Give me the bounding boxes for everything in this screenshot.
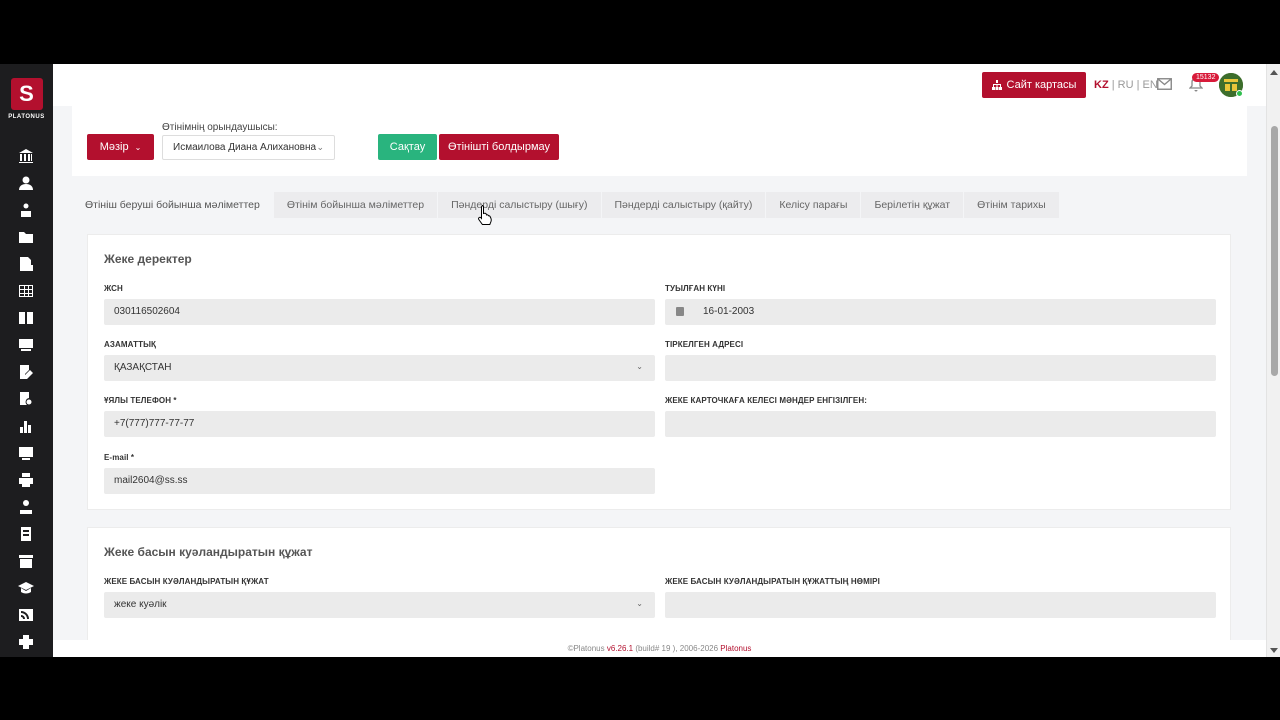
birth-date-label: Туылған күні: [665, 284, 726, 293]
lang-separator: |: [1136, 79, 1140, 91]
presentation-icon[interactable]: [17, 336, 35, 354]
tab-subjects-return[interactable]: Пәндерді салыстыру (қайту): [601, 192, 767, 218]
id-doc-number-label: Жеке басын куәландыратын құжаттың нөмірі: [665, 577, 880, 586]
email-field[interactable]: mail2604@ss.ss: [104, 468, 655, 494]
iin-field[interactable]: 030116502604: [104, 299, 655, 325]
email-label: E-mail *: [104, 453, 135, 462]
cancel-application-button[interactable]: Өтінішті болдырмау: [439, 134, 559, 160]
archive-icon[interactable]: [17, 552, 35, 570]
section-title: Жеке деректер: [104, 252, 192, 266]
iin-label: ЖСН: [104, 284, 123, 293]
tab-subjects-out[interactable]: Пәндерді салыстыру (шығу): [438, 192, 602, 218]
address-field[interactable]: [665, 355, 1216, 381]
lang-separator: |: [1111, 79, 1115, 91]
rss-icon[interactable]: [17, 606, 35, 624]
iin-value: 030116502604: [114, 306, 180, 317]
phone-label: Ұялы телефон *: [104, 396, 177, 405]
online-status-dot: [1236, 90, 1243, 97]
citizenship-select[interactable]: ҚАЗАҚСТАН ⌄: [104, 355, 655, 381]
executor-select[interactable]: Исмаилова Диана Алихановна ⌄: [162, 135, 335, 160]
tabs: Өтініш беруші бойынша мәліметтер Өтінім …: [72, 192, 1060, 218]
print-icon[interactable]: [17, 471, 35, 489]
chevron-down-icon: ⌄: [316, 142, 324, 152]
language-switcher: KZ | RU | EN: [1094, 79, 1158, 91]
chevron-down-icon: ⌄: [134, 142, 142, 152]
citizenship-label: Азаматтық: [104, 340, 156, 349]
tab-applicant-info[interactable]: Өтініш беруші бойынша мәліметтер: [72, 192, 274, 218]
logo-mark: S: [10, 78, 43, 110]
scroll-up-arrow-icon[interactable]: [1270, 70, 1278, 75]
logo-text: PLATONUS: [8, 114, 45, 120]
tab-application-info[interactable]: Өтінім бойынша мәліметтер: [273, 192, 439, 218]
id-doc-type-value: жеке куәлік: [114, 599, 167, 610]
application-header: Мәзір ⌄ Өтінімнің орындаушысы: Исмаилова…: [72, 106, 1247, 176]
edit-icon[interactable]: [17, 363, 35, 381]
executor-value: Исмаилова Диана Алихановна: [173, 142, 317, 153]
email-value: mail2604@ss.ss: [114, 475, 188, 486]
report-icon[interactable]: [17, 525, 35, 543]
chevron-down-icon: ⌄: [636, 362, 643, 371]
scroll-down-arrow-icon[interactable]: [1270, 648, 1278, 653]
tab-approval-sheet[interactable]: Келісу парағы: [766, 192, 862, 218]
status-menu-label: Мәзір: [99, 141, 129, 153]
users-icon[interactable]: [17, 201, 35, 219]
birth-date-value: 16-01-2003: [703, 306, 755, 317]
footer-build: (build# 19 ), 2006-2026: [635, 644, 719, 653]
footer-version: v6.26.1: [606, 644, 634, 653]
graduation-icon[interactable]: [17, 579, 35, 597]
personal-card-field[interactable]: [665, 411, 1216, 437]
phone-value: +7(777)777-77-77: [114, 418, 195, 429]
id-doc-type-select[interactable]: жеке куәлік ⌄: [104, 592, 655, 618]
citizenship-value: ҚАЗАҚСТАН: [114, 362, 172, 373]
sitemap-button[interactable]: Сайт картасы: [982, 72, 1086, 98]
id-doc-type-label: Жеке басын куәландыратын құжат: [104, 577, 269, 586]
hand-cursor-icon: [478, 205, 492, 225]
notification-badge: 15132: [1192, 73, 1220, 82]
lang-kz[interactable]: KZ: [1094, 79, 1109, 91]
settings-icon[interactable]: [17, 633, 35, 651]
birth-date-field[interactable]: 16-01-2003: [665, 299, 1216, 325]
executor-label: Өтінімнің орындаушысы:: [162, 122, 278, 133]
section-title: Жеке басын куәландыратын құжат: [104, 545, 313, 559]
save-button[interactable]: Сақтау: [378, 134, 437, 160]
document-user-icon[interactable]: [17, 255, 35, 273]
lang-ru[interactable]: RU: [1118, 79, 1134, 91]
table-icon[interactable]: [17, 282, 35, 300]
footer-copyright: ©Platonus: [567, 644, 605, 653]
personal-data-card: Жеке деректер ЖСН 030116502604 Туылған к…: [87, 234, 1231, 510]
scroll-thumb[interactable]: [1271, 126, 1278, 376]
teacher-icon[interactable]: [17, 498, 35, 516]
footer-brand[interactable]: Platonus: [720, 644, 751, 653]
id-card-icon[interactable]: [17, 444, 35, 462]
logo[interactable]: S PLATONUS: [0, 78, 53, 130]
sitemap-icon: [991, 80, 1002, 90]
sidebar: S PLATONUS: [0, 64, 53, 657]
phone-field[interactable]: +7(777)777-77-77: [104, 411, 655, 437]
footer: ©Platonus v6.26.1 (build# 19 ), 2006-202…: [53, 640, 1266, 657]
id-doc-number-field[interactable]: [665, 592, 1216, 618]
user-icon[interactable]: [17, 174, 35, 192]
search-document-icon[interactable]: [17, 390, 35, 408]
chevron-down-icon: ⌄: [636, 599, 643, 608]
folder-icon[interactable]: [17, 228, 35, 246]
institution-icon[interactable]: [17, 147, 35, 165]
scrollbar[interactable]: [1266, 64, 1280, 657]
id-document-card: Жеке басын куәландыратын құжат Жеке басы…: [87, 527, 1231, 657]
top-bar: Сайт картасы KZ | RU | EN 15132: [53, 64, 1266, 106]
calendar-icon: [676, 307, 684, 316]
mail-icon[interactable]: [1157, 78, 1172, 90]
app-screen: S PLATONUS Сайт картасы KZ | RU | EN 151…: [0, 64, 1280, 657]
book-icon[interactable]: [17, 309, 35, 327]
address-label: Тіркелген адресі: [665, 340, 744, 349]
chart-icon[interactable]: [17, 417, 35, 435]
personal-card-label: Жеке карточкаға келесі мәндер енгізілген…: [665, 396, 867, 405]
lang-en[interactable]: EN: [1143, 79, 1158, 91]
tab-application-history[interactable]: Өтінім тарихы: [964, 192, 1060, 218]
sitemap-label: Сайт картасы: [1006, 79, 1077, 91]
tab-issued-document[interactable]: Берілетін құжат: [861, 192, 965, 218]
status-menu-button[interactable]: Мәзір ⌄: [87, 134, 154, 160]
